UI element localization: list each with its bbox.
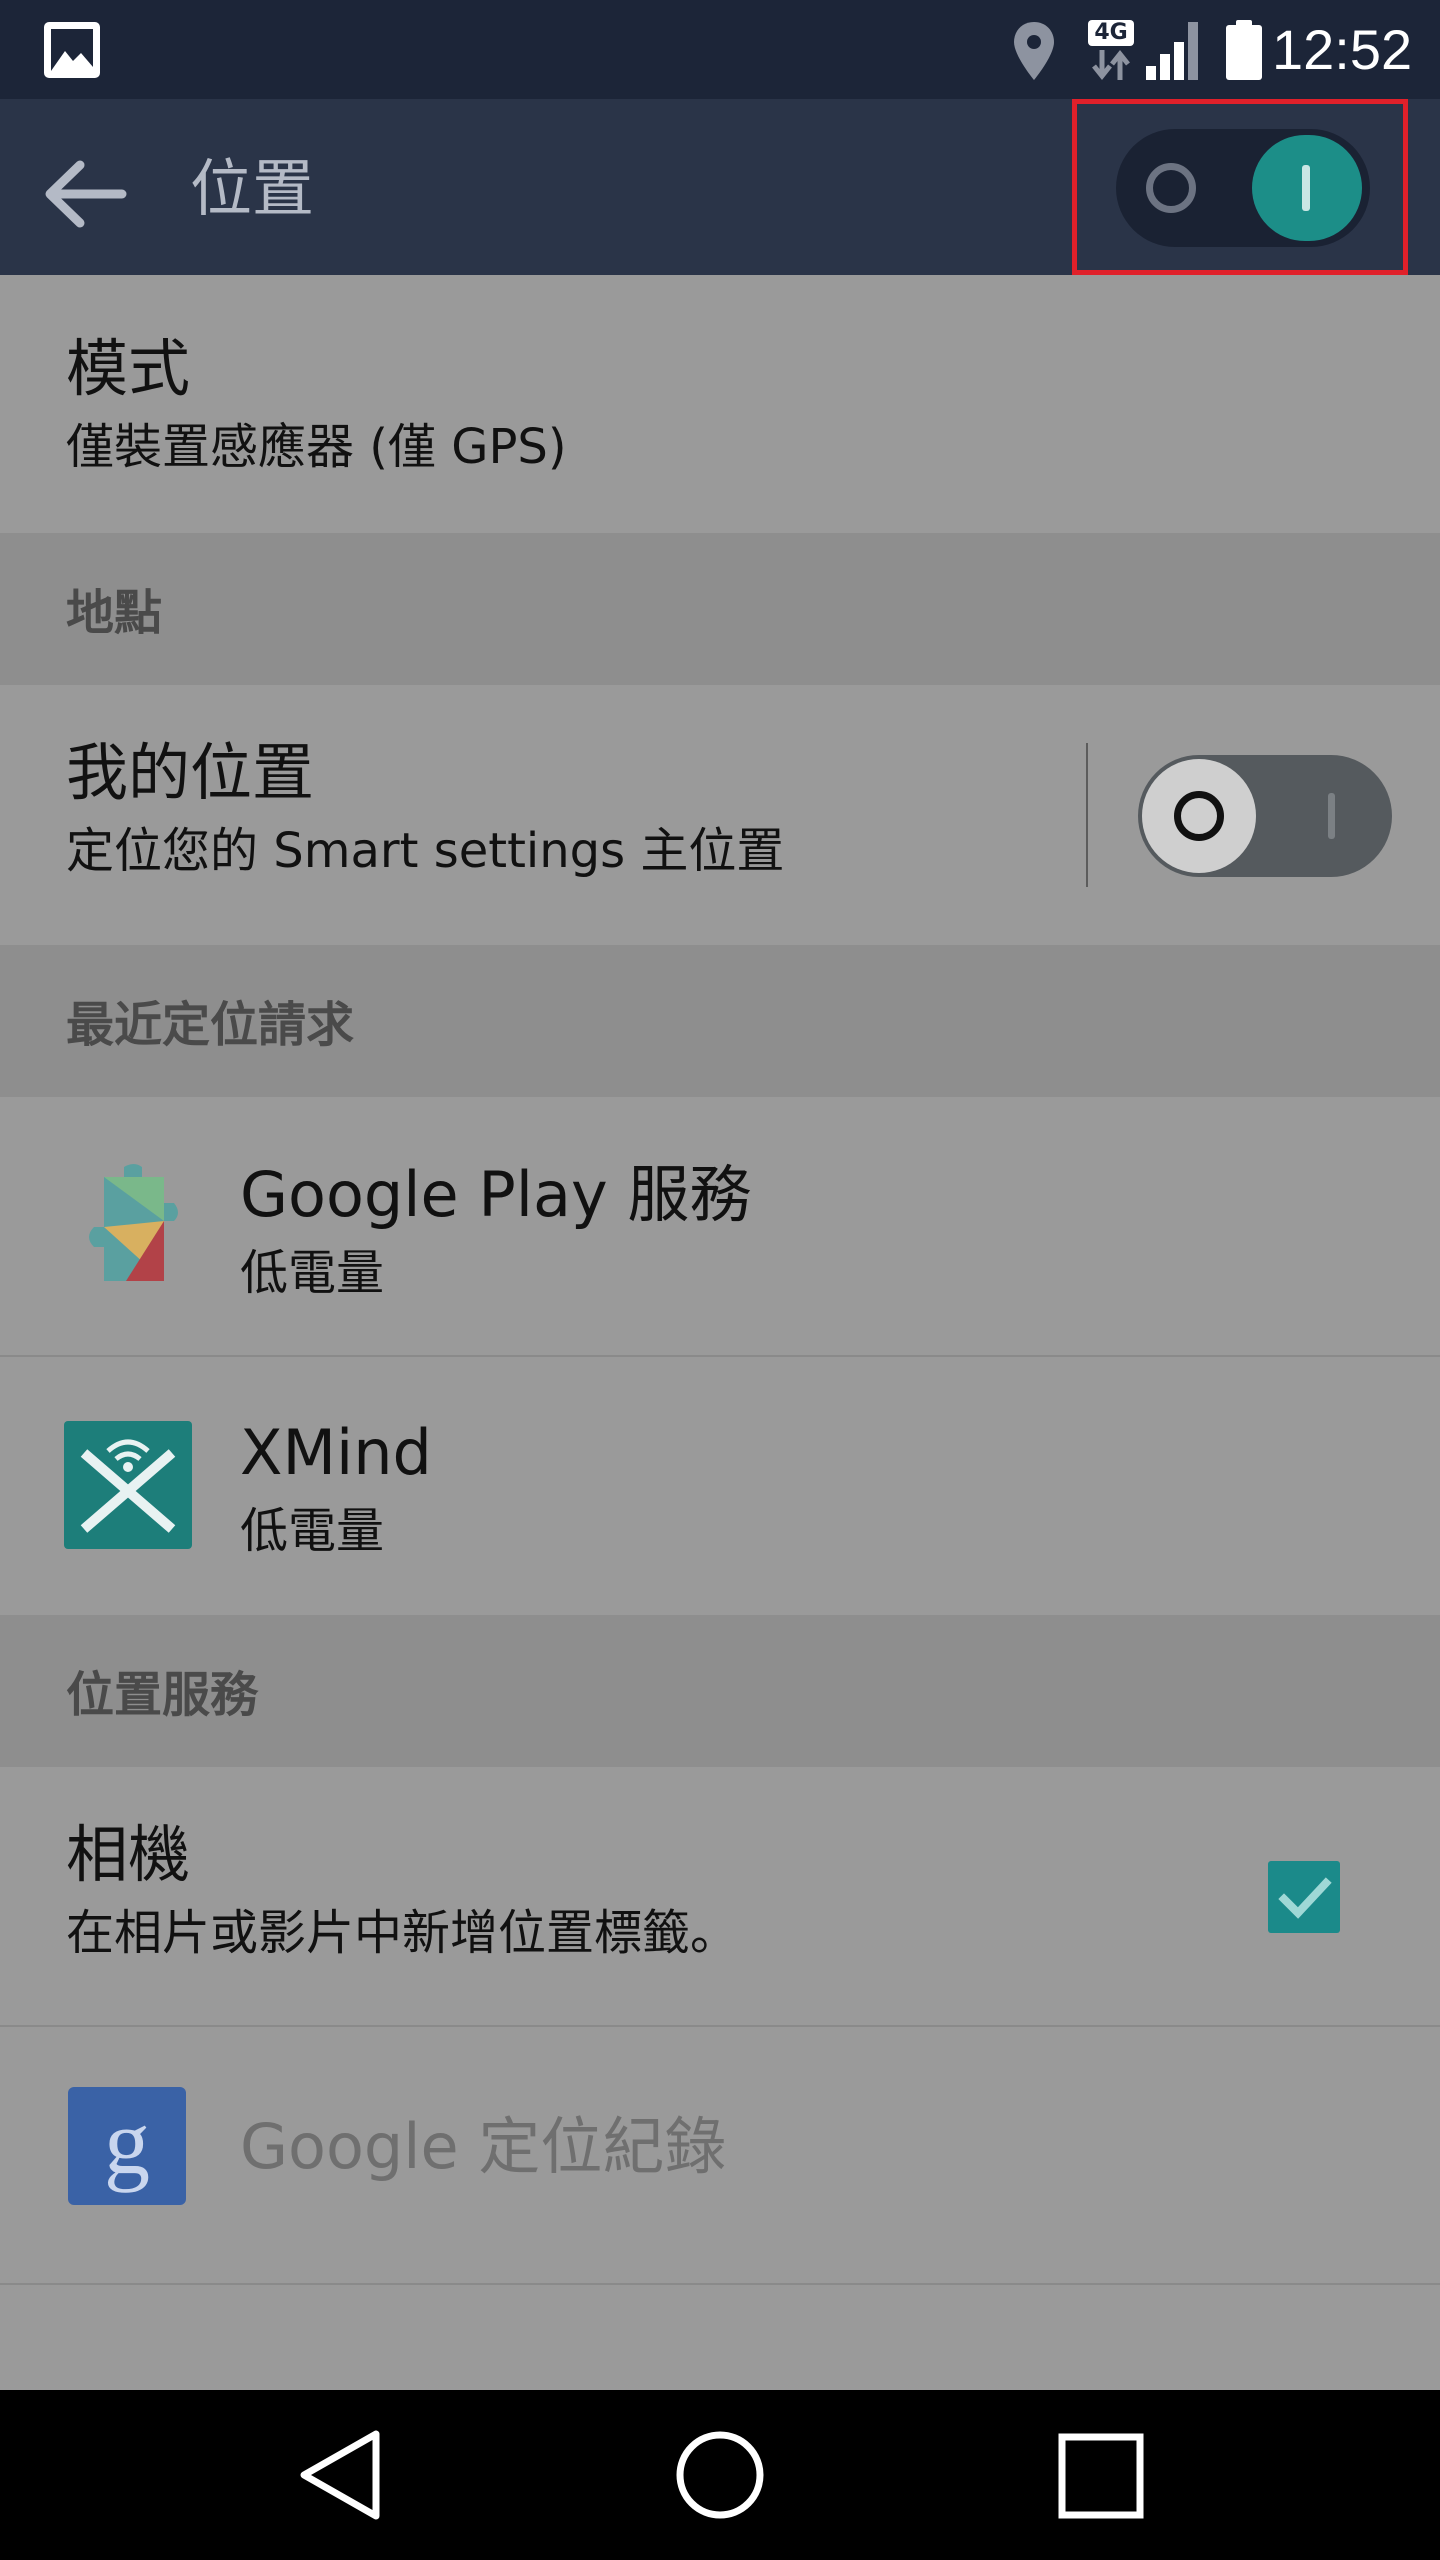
google-settings-icon: g — [68, 2087, 186, 2205]
nav-recents-icon[interactable] — [1000, 2390, 1200, 2560]
battery-icon — [1226, 20, 1262, 80]
status-bar: 4G 12:52 — [0, 0, 1440, 99]
camera-row[interactable]: 相機 在相片或影片中新增位置標籤。 — [0, 1767, 1440, 2025]
section-header-places: 地點 — [0, 533, 1440, 685]
camera-title: 相機 — [66, 1818, 191, 1891]
check-icon — [1278, 1877, 1332, 1919]
list-item-xmind[interactable]: XMind 低電量 — [0, 1357, 1440, 1615]
nav-home-icon[interactable] — [620, 2390, 820, 2560]
clock: 12:52 — [1272, 18, 1413, 81]
google-location-history-row[interactable]: g Google 定位紀錄 — [0, 2027, 1440, 2283]
gallery-icon — [44, 22, 100, 78]
camera-checkbox[interactable] — [1268, 1861, 1340, 1933]
my-location-switch[interactable] — [1138, 755, 1392, 877]
nav-back-icon[interactable] — [240, 2390, 440, 2560]
google-play-services-icon — [89, 1164, 178, 1281]
app-usage: 低電量 — [240, 1503, 385, 1559]
signal-icon — [1146, 22, 1198, 80]
section-label: 最近定位請求 — [66, 997, 355, 1053]
page-title: 位置 — [190, 152, 315, 225]
section-header-recent-requests: 最近定位請求 — [0, 945, 1440, 1097]
section-header-location-services: 位置服務 — [0, 1615, 1440, 1767]
list-item-google-play-services[interactable]: Google Play 服務 低電量 — [0, 1097, 1440, 1355]
app-usage: 低電量 — [240, 1245, 385, 1301]
network-4g-icon: 4G — [1088, 20, 1134, 80]
mode-row[interactable]: 模式 僅裝置感應器 (僅 GPS) — [0, 275, 1440, 533]
switch-on-mark — [1328, 793, 1335, 839]
xmind-icon — [64, 1421, 192, 1549]
back-arrow-icon[interactable] — [40, 149, 136, 239]
navigation-bar — [0, 2390, 1440, 2560]
divider — [0, 2283, 1440, 2285]
switch-thumb — [1142, 759, 1256, 873]
google-location-history-title: Google 定位紀錄 — [240, 2110, 727, 2183]
app-name: XMind — [240, 1416, 432, 1489]
section-label: 地點 — [66, 585, 163, 641]
camera-subtitle: 在相片或影片中新增位置標籤。 — [66, 1905, 739, 1961]
highlight-box — [1072, 99, 1408, 275]
svg-text:g: g — [104, 2091, 150, 2193]
my-location-subtitle: 定位您的 Smart settings 主位置 — [66, 823, 785, 879]
app-name: Google Play 服務 — [240, 1158, 752, 1231]
my-location-row[interactable]: 我的位置 定位您的 Smart settings 主位置 — [0, 685, 1440, 945]
location-icon — [1014, 22, 1054, 80]
vertical-divider — [1086, 743, 1088, 887]
my-location-title: 我的位置 — [66, 736, 315, 809]
network-type-label: 4G — [1088, 20, 1134, 46]
section-label: 位置服務 — [66, 1667, 259, 1723]
mode-title: 模式 — [66, 332, 191, 405]
settings-list: 模式 僅裝置感應器 (僅 GPS) 地點 我的位置 定位您的 Smart set… — [0, 275, 1440, 2390]
mode-value: 僅裝置感應器 (僅 GPS) — [66, 419, 567, 475]
